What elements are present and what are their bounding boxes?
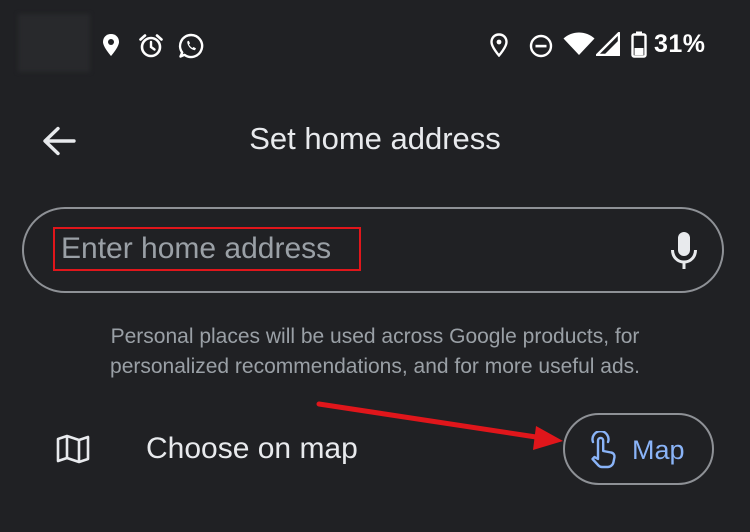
location-icon xyxy=(490,33,508,57)
search-box[interactable] xyxy=(22,207,724,293)
microphone-icon xyxy=(671,232,697,269)
voice-search-button[interactable] xyxy=(664,229,704,273)
status-bar: 31% xyxy=(0,0,750,90)
page-title: Set home address xyxy=(249,121,501,156)
do-not-disturb-icon xyxy=(529,34,553,58)
battery-icon xyxy=(631,31,647,58)
map-button[interactable]: Map xyxy=(563,413,714,485)
wifi-icon xyxy=(563,32,595,55)
disclaimer-line: Personal places will be used across Goog… xyxy=(110,325,640,348)
location-icon xyxy=(103,34,119,56)
privacy-disclaimer: Personal places will be used across Goog… xyxy=(50,322,700,382)
signal-icon xyxy=(596,32,620,56)
alarm-icon xyxy=(139,34,163,58)
map-icon xyxy=(56,434,90,464)
choose-on-map-row[interactable]: Choose on map xyxy=(0,408,560,492)
map-button-label: Map xyxy=(632,435,685,465)
whatsapp-icon xyxy=(178,33,204,59)
battery-percentage: 31% xyxy=(654,30,706,58)
touch-icon xyxy=(591,431,616,469)
home-address-input[interactable] xyxy=(53,227,361,271)
choose-on-map-label: Choose on map xyxy=(146,432,358,465)
disclaimer-line: personalized recommendations, and for mo… xyxy=(110,355,640,378)
